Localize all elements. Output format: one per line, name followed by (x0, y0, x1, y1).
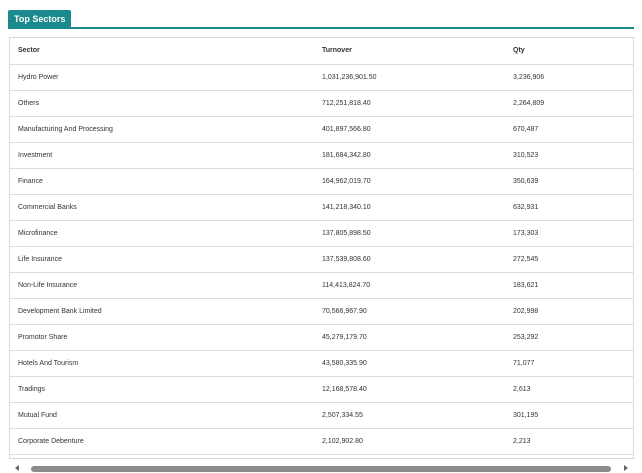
cell-sector: Finance (10, 168, 314, 195)
cell-qty: 253,292 (505, 324, 633, 351)
table-row: Corporate Debenture 2,102,902.80 2,213 (10, 428, 633, 455)
cell-qty: 202,998 (505, 298, 633, 325)
cell-turnover: 401,897,566.80 (314, 116, 505, 143)
cell-turnover: 43,580,335.90 (314, 350, 505, 377)
cell-qty: 71,077 (505, 350, 633, 377)
column-header-qty[interactable]: Qty (505, 38, 633, 65)
table-row: Non-Life Insurance 114,413,824.70 183,621 (10, 272, 633, 299)
cell-sector: Development Bank Limited (10, 298, 314, 325)
cell-sector: Microfinance (10, 220, 314, 247)
cell-qty: 2,264,809 (505, 90, 633, 117)
cell-qty: 310,523 (505, 142, 633, 169)
table-row: Hotels And Tourism 43,580,335.90 71,077 (10, 350, 633, 377)
horizontal-scrollbar[interactable] (9, 463, 634, 473)
cell-turnover: 1,031,236,901.50 (314, 64, 505, 91)
table-header-row: Sector Turnover Qty (10, 38, 633, 65)
cell-sector: Hydro Power (10, 64, 314, 91)
cell-turnover: 137,539,808.60 (314, 246, 505, 273)
cell-sector: Mutual Fund (10, 402, 314, 429)
cell-sector: Corporate Debenture (10, 428, 314, 455)
cell-sector: Investment (10, 142, 314, 169)
table-row: Commercial Banks 141,218,340.10 632,931 (10, 194, 633, 221)
cell-turnover: 114,413,824.70 (314, 272, 505, 299)
cell-sector: Life Insurance (10, 246, 314, 273)
cell-qty: 301,195 (505, 402, 633, 429)
cell-qty: 670,487 (505, 116, 633, 143)
cell-qty: 2,613 (505, 376, 633, 403)
cell-qty: 173,303 (505, 220, 633, 247)
cell-turnover: 70,566,967.90 (314, 298, 505, 325)
table-row: Development Bank Limited 70,566,967.90 202… (10, 298, 633, 325)
cell-turnover: 164,962,019.70 (314, 168, 505, 195)
cell-sector: Tradings (10, 376, 314, 403)
cell-sector: Commercial Banks (10, 194, 314, 221)
column-header-sector[interactable]: Sector (10, 38, 314, 65)
cell-turnover: 12,168,578.40 (314, 376, 505, 403)
cell-qty: 350,639 (505, 168, 633, 195)
table-row: Microfinance 137,805,898.50 173,303 (10, 220, 633, 247)
cell-turnover: 137,805,898.50 (314, 220, 505, 247)
table-row: Tradings 12,168,578.40 2,613 (10, 376, 633, 403)
cell-sector: Non-Life Insurance (10, 272, 314, 299)
cell-turnover: 181,684,342.80 (314, 142, 505, 169)
table-row: Life Insurance 137,539,808.60 272,545 (10, 246, 633, 273)
sectors-table: Sector Turnover Qty Hydro Power 1,031,236… (10, 38, 633, 455)
scroll-right-icon[interactable] (624, 465, 628, 471)
table-row: Promotor Share 45,279,179.70 253,292 (10, 324, 633, 351)
panel-header: Top Sectors (8, 10, 634, 29)
tab-top-sectors[interactable]: Top Sectors (8, 10, 72, 29)
table-row: Finance 164,962,019.70 350,639 (10, 168, 633, 195)
cell-qty: 3,236,906 (505, 64, 633, 91)
cell-turnover: 712,251,818.40 (314, 90, 505, 117)
scroll-left-icon[interactable] (15, 465, 19, 471)
cell-sector: Promotor Share (10, 324, 314, 351)
top-sectors-panel: Top Sectors Sector Turnover Qty Hydro Po… (0, 0, 642, 473)
table-row: Investment 181,684,342.80 310,523 (10, 142, 633, 169)
column-header-turnover[interactable]: Turnover (314, 38, 505, 65)
cell-qty: 272,545 (505, 246, 633, 273)
cell-turnover: 141,218,340.10 (314, 194, 505, 221)
cell-turnover: 2,102,902.80 (314, 428, 505, 455)
cell-qty: 2,213 (505, 428, 633, 455)
cell-sector: Others (10, 90, 314, 117)
cell-sector: Manufacturing And Processing (10, 116, 314, 143)
scrollbar-thumb[interactable] (31, 466, 611, 472)
table-row: Mutual Fund 2,507,334.55 301,195 (10, 402, 633, 429)
cell-qty: 183,621 (505, 272, 633, 299)
sectors-table-container: Sector Turnover Qty Hydro Power 1,031,236… (9, 37, 634, 459)
table-row: Hydro Power 1,031,236,901.50 3,236,906 (10, 64, 633, 91)
cell-turnover: 45,279,179.70 (314, 324, 505, 351)
cell-turnover: 2,507,334.55 (314, 402, 505, 429)
table-row: Manufacturing And Processing 401,897,566.… (10, 116, 633, 143)
cell-qty: 632,931 (505, 194, 633, 221)
table-row: Others 712,251,818.40 2,264,809 (10, 90, 633, 117)
cell-sector: Hotels And Tourism (10, 350, 314, 377)
